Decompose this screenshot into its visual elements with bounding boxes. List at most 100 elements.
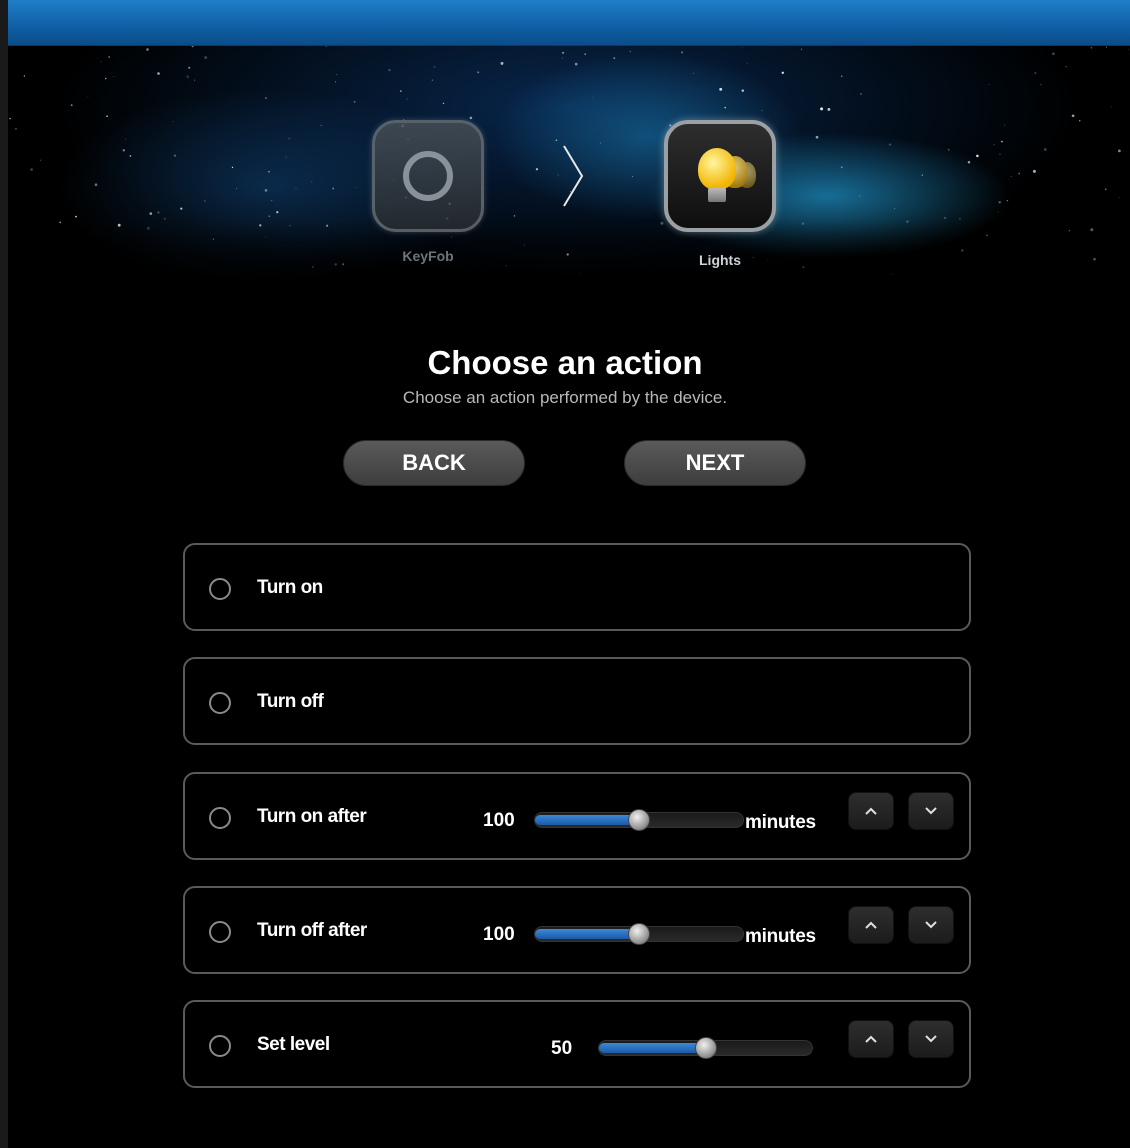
option-turn-off-after[interactable]: Turn off after 100 minutes bbox=[183, 886, 971, 974]
option-label: Turn on after bbox=[257, 806, 367, 827]
star bbox=[976, 154, 979, 158]
star bbox=[108, 56, 110, 58]
star bbox=[986, 234, 988, 237]
star bbox=[574, 62, 578, 66]
page-subtitle: Choose an action performed by the device… bbox=[402, 388, 728, 407]
star bbox=[859, 195, 860, 197]
star bbox=[1068, 229, 1071, 232]
radio-button[interactable] bbox=[209, 807, 231, 829]
star bbox=[629, 50, 631, 53]
decrement-button[interactable] bbox=[908, 906, 954, 944]
star bbox=[289, 225, 291, 227]
option-label: Turn off bbox=[257, 691, 324, 712]
minutes-slider[interactable] bbox=[534, 809, 744, 831]
level-slider[interactable] bbox=[598, 1037, 813, 1059]
star bbox=[1118, 149, 1121, 153]
star bbox=[285, 156, 287, 158]
star bbox=[59, 221, 62, 224]
option-turn-off[interactable]: Turn off bbox=[183, 657, 971, 745]
decrement-button[interactable] bbox=[908, 1020, 954, 1058]
star bbox=[147, 227, 150, 230]
increment-button[interactable] bbox=[848, 1020, 894, 1058]
decrement-button[interactable] bbox=[908, 792, 954, 830]
window-left-edge bbox=[0, 0, 8, 1148]
light-bulb-base bbox=[708, 188, 726, 202]
slider-thumb[interactable] bbox=[628, 923, 650, 945]
slider-thumb[interactable] bbox=[628, 809, 650, 831]
minutes-slider[interactable] bbox=[534, 923, 744, 945]
star bbox=[1004, 124, 1006, 126]
star bbox=[592, 96, 594, 98]
star bbox=[893, 208, 896, 210]
star bbox=[325, 46, 328, 47]
star bbox=[1018, 172, 1021, 175]
window-title-bar bbox=[8, 0, 1130, 46]
star bbox=[741, 47, 743, 49]
keyfob-ring-icon bbox=[403, 151, 453, 201]
option-turn-on[interactable]: Turn on bbox=[183, 543, 971, 631]
star bbox=[1105, 188, 1107, 190]
increment-button[interactable] bbox=[848, 792, 894, 830]
star bbox=[579, 272, 580, 274]
star bbox=[336, 73, 338, 75]
star bbox=[724, 106, 726, 109]
back-button[interactable]: BACK bbox=[343, 440, 525, 486]
star bbox=[125, 138, 127, 140]
star bbox=[204, 56, 208, 59]
increment-button[interactable] bbox=[848, 906, 894, 944]
radio-button[interactable] bbox=[209, 692, 231, 714]
star bbox=[584, 53, 586, 55]
star bbox=[311, 181, 313, 183]
star bbox=[1078, 119, 1081, 122]
option-turn-on-after[interactable]: Turn on after 100 minutes bbox=[183, 772, 971, 860]
star bbox=[719, 87, 723, 91]
star bbox=[555, 139, 558, 142]
chevron-up-icon bbox=[865, 807, 877, 815]
star bbox=[265, 236, 267, 238]
level-value: 50 bbox=[551, 1038, 573, 1059]
star bbox=[171, 269, 172, 271]
star bbox=[781, 71, 784, 74]
next-button[interactable]: NEXT bbox=[624, 440, 806, 486]
star bbox=[276, 211, 279, 214]
star bbox=[746, 62, 748, 64]
radio-button[interactable] bbox=[209, 578, 231, 600]
star bbox=[104, 77, 107, 80]
star bbox=[958, 217, 961, 220]
star bbox=[117, 223, 121, 227]
star bbox=[967, 160, 971, 164]
star bbox=[692, 72, 695, 74]
chevron-down-icon bbox=[925, 1035, 937, 1043]
star bbox=[188, 66, 191, 69]
star bbox=[1006, 199, 1009, 202]
star bbox=[320, 124, 322, 126]
star bbox=[888, 143, 892, 146]
star bbox=[827, 107, 831, 111]
star bbox=[741, 89, 745, 92]
star bbox=[840, 166, 843, 169]
radio-button[interactable] bbox=[209, 921, 231, 943]
star bbox=[562, 51, 565, 54]
star bbox=[30, 168, 33, 171]
star bbox=[947, 148, 950, 151]
star bbox=[801, 222, 805, 225]
star bbox=[906, 220, 909, 223]
star bbox=[477, 71, 480, 74]
star bbox=[312, 266, 314, 268]
star bbox=[335, 81, 336, 83]
radio-button[interactable] bbox=[209, 1035, 231, 1057]
star bbox=[943, 216, 947, 220]
star bbox=[891, 273, 892, 275]
star bbox=[1052, 52, 1055, 56]
wizard-step-lights[interactable] bbox=[664, 120, 776, 232]
page-title: Choose an action bbox=[427, 344, 703, 381]
option-set-level[interactable]: Set level 50 bbox=[183, 1000, 971, 1088]
slider-thumb[interactable] bbox=[694, 1037, 717, 1059]
star bbox=[172, 121, 174, 123]
wizard-step-keyfob[interactable] bbox=[372, 120, 484, 232]
star bbox=[921, 174, 923, 176]
star bbox=[451, 236, 453, 238]
star bbox=[295, 188, 297, 189]
star bbox=[505, 265, 507, 267]
unit-label: minutes bbox=[745, 812, 816, 833]
